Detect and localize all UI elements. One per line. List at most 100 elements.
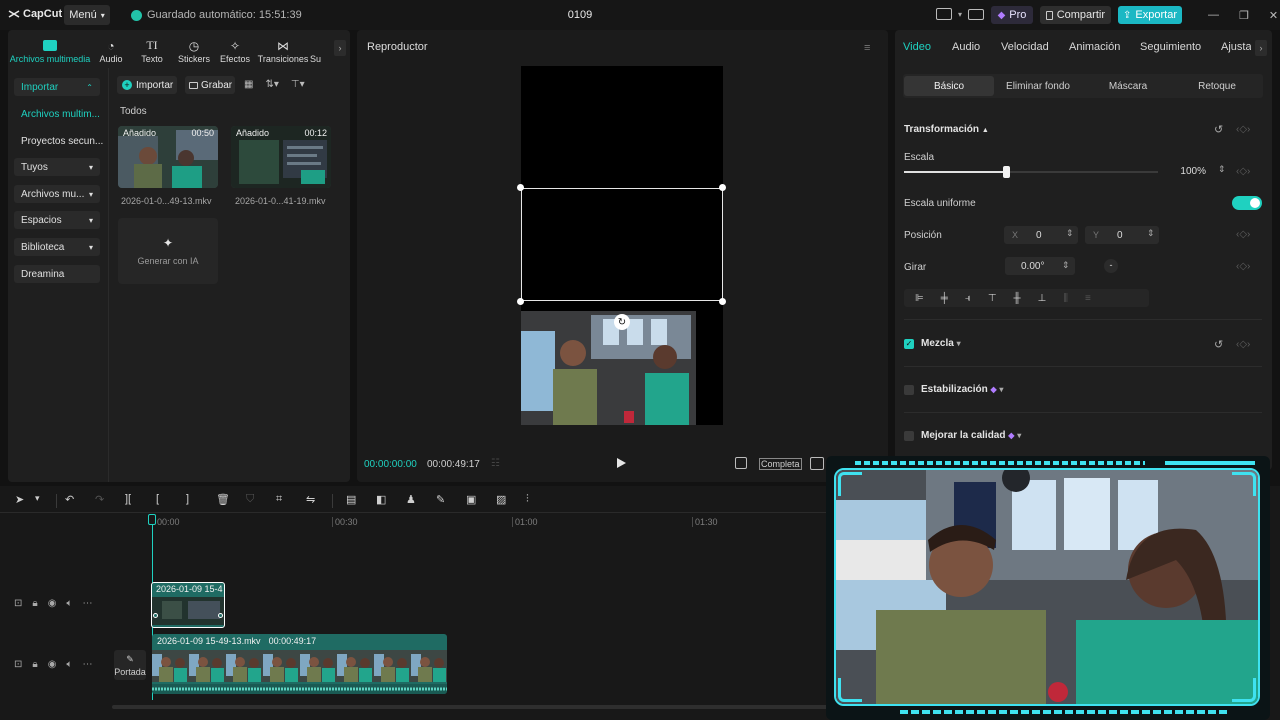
reset-icon[interactable]: ↺ [1214, 338, 1223, 351]
grid-view-icon[interactable]: ▦ [244, 79, 253, 90]
sidebar-item-proyectos[interactable]: Proyectos secun... [21, 136, 103, 147]
select-tool-icon[interactable]: ➤ [15, 493, 24, 506]
scale-value[interactable]: 100% [1174, 162, 1210, 180]
rotation-dial-icon[interactable]: - [1104, 259, 1118, 273]
menu-button[interactable]: Menú ▾ [64, 5, 110, 25]
scale-slider-track[interactable] [904, 166, 1158, 178]
sidebar-item-biblioteca[interactable]: Biblioteca ▾ [14, 238, 100, 256]
tab-transitions[interactable]: ⋈ Transiciones [256, 36, 310, 64]
tiktok-preview-icon[interactable] [735, 457, 747, 469]
media-item[interactable]: Añadido 00:50 [118, 126, 218, 188]
audio-wave-icon[interactable]: ⫶ [526, 493, 529, 506]
selection-box[interactable] [521, 188, 723, 301]
tab-audio[interactable]: ◔ Audio [92, 36, 130, 64]
frames-icon[interactable]: ☷ [491, 458, 509, 469]
hamburger-icon[interactable]: ≡ [864, 42, 870, 54]
subtab-mask[interactable]: Máscara [1083, 76, 1173, 96]
sort-icon[interactable]: ⇅▾ [265, 79, 278, 90]
align-center-h-icon[interactable]: ╪ [941, 293, 948, 304]
tab-animation[interactable]: Animación [1069, 41, 1120, 53]
close-icon[interactable]: ✕ [1269, 9, 1278, 22]
mirror-icon[interactable]: ⇋ [306, 493, 315, 506]
captions-icon[interactable]: ▤ [346, 493, 356, 506]
fullscreen-icon[interactable] [810, 457, 824, 470]
layout-icon[interactable] [936, 8, 952, 20]
chevron-down-icon[interactable]: ▾ [958, 10, 962, 19]
split-right-icon[interactable]: ] [186, 493, 189, 505]
blend-section[interactable]: Mezcla ▾ [921, 338, 961, 349]
eye-icon[interactable]: ◉ [48, 659, 57, 670]
stepper-icon[interactable]: ⇕ [1062, 260, 1070, 271]
import-button[interactable]: + Importar [117, 76, 177, 94]
sidebar-item-dreamina[interactable]: Dreamina [14, 265, 100, 283]
stabilization-section[interactable]: Estabilización ◆ ▾ [921, 384, 1003, 395]
split-left-icon[interactable]: [ [156, 493, 159, 505]
resolution-icon[interactable]: ▣ [466, 493, 476, 506]
trim-handle[interactable] [218, 613, 223, 618]
sidebar-item-archivos[interactable]: Archivos multim... [21, 109, 100, 120]
export-button[interactable]: ⇪ Exportar [1118, 6, 1182, 24]
stepper-icon[interactable]: ⇕ [1066, 228, 1074, 239]
person-icon[interactable]: ♟ [406, 493, 416, 506]
reset-icon[interactable]: ↺ [1214, 123, 1223, 136]
pro-button[interactable]: ◆ Pro [991, 6, 1033, 24]
stepper-icon[interactable]: ⇕ [1147, 228, 1155, 239]
tab-subtitles[interactable]: Su [310, 36, 328, 64]
media-item[interactable]: Añadido 00:12 [231, 126, 331, 188]
more-icon[interactable]: ⋯ [82, 598, 92, 609]
subtab-remove-bg[interactable]: Eliminar fondo [993, 76, 1083, 96]
shield-icon[interactable]: ⛉ [246, 493, 254, 506]
volume-icon[interactable]: 🔈︎ [66, 598, 72, 609]
redo-icon[interactable]: ↷ [95, 493, 104, 506]
keyboard-icon[interactable] [968, 8, 985, 20]
enhance-checkbox[interactable] [904, 431, 914, 441]
align-bottom-icon[interactable]: ⊥ [1038, 293, 1047, 304]
overlay-clip[interactable]: 2026-01-09 15-4 [151, 582, 225, 628]
align-left-icon[interactable]: ⊫ [915, 293, 924, 304]
minimize-icon[interactable]: — [1208, 9, 1219, 22]
filter-icon[interactable]: ⊤▾ [291, 79, 305, 90]
play-icon[interactable] [617, 458, 626, 468]
record-button[interactable]: Grabar [185, 76, 235, 94]
resize-handle[interactable] [517, 184, 524, 191]
align-center-v-icon[interactable]: ╫ [1014, 293, 1021, 304]
delete-icon[interactable]: 🗑︎ [216, 493, 230, 506]
enhance-section[interactable]: Mejorar la calidad ◆ ▾ [921, 430, 1021, 441]
uniform-scale-toggle[interactable] [1232, 196, 1262, 210]
crop-icon[interactable]: ⌗ [276, 493, 282, 506]
tab-video[interactable]: Video [903, 41, 931, 53]
split-icon[interactable]: ][ [125, 493, 131, 505]
tab-stickers[interactable]: ◷ Stickers [174, 36, 214, 64]
resize-handle[interactable] [719, 184, 726, 191]
resize-handle[interactable] [517, 298, 524, 305]
cover-button[interactable]: ✎ Portada [114, 650, 146, 680]
distribute-v-icon[interactable]: ≡ [1085, 293, 1091, 304]
tab-tracking[interactable]: Seguimiento [1140, 41, 1201, 53]
eye-icon[interactable]: ◉ [48, 598, 57, 609]
filter-all-chip[interactable]: Todos [120, 106, 147, 117]
distribute-h-icon[interactable]: ⫼ [1063, 293, 1068, 304]
reverse-icon[interactable]: ◧ [376, 493, 386, 506]
scale-slider-thumb[interactable] [1002, 166, 1010, 178]
share-button[interactable]: Compartir [1040, 6, 1111, 24]
align-right-icon[interactable]: ⫣ [965, 293, 971, 304]
project-title[interactable]: 0109 [560, 9, 600, 21]
chevron-down-icon[interactable]: ▾ [35, 493, 40, 504]
track-toggle-icon[interactable]: ⊡ [14, 659, 22, 670]
freeze-icon[interactable]: ▨ [496, 493, 506, 506]
keyframe-icon[interactable]: ‹◇› [1236, 339, 1250, 350]
tabs-scroll-right[interactable]: › [334, 40, 346, 56]
main-video-clip[interactable]: 2026-01-09 15-49-13.mkv 00:00:49:17 [152, 634, 447, 694]
trim-handle[interactable] [153, 613, 158, 618]
ai-generate-card[interactable]: ✦ Generar con IA [118, 218, 218, 284]
rotate-handle-icon[interactable]: ↻ [614, 314, 630, 330]
keyframe-icon[interactable]: ‹◇› [1236, 261, 1250, 272]
lock-icon[interactable]: 🔒︎ [32, 659, 37, 670]
tab-effects[interactable]: ✧ Efectos [214, 36, 256, 64]
track-toggle-icon[interactable]: ⊡ [14, 598, 22, 609]
sidebar-item-tuyos[interactable]: Tuyos ▾ [14, 158, 100, 176]
volume-icon[interactable]: 🔈︎ [66, 659, 72, 670]
magic-icon[interactable]: ✎ [436, 493, 445, 506]
resize-handle[interactable] [719, 298, 726, 305]
keyframe-icon[interactable]: ‹◇› [1236, 166, 1250, 177]
